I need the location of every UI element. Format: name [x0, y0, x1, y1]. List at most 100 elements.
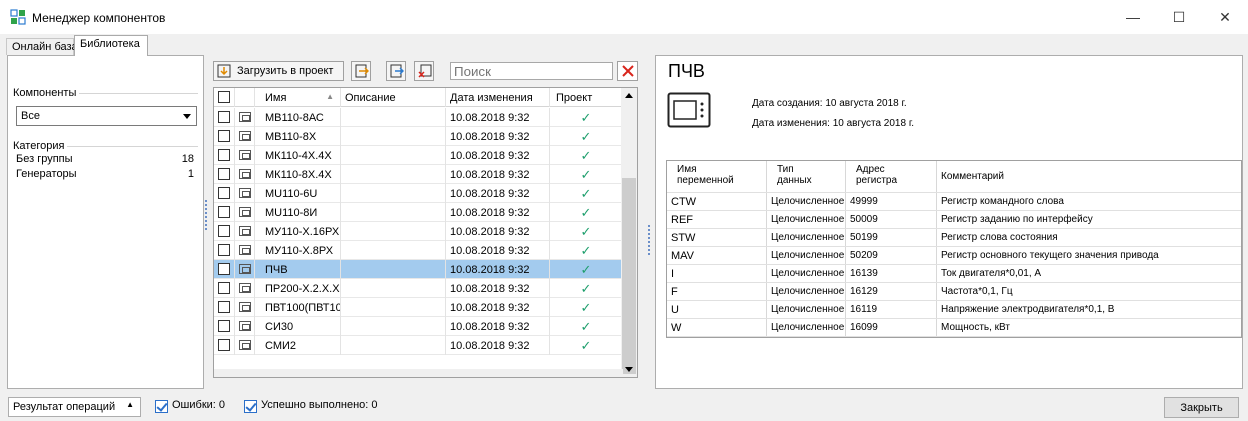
variables-body: CTW Целочисленное 49999 Регистр командного …: [667, 193, 1241, 337]
search-input[interactable]: [450, 62, 613, 80]
component-icon: [239, 150, 251, 160]
check-icon: ✓: [550, 241, 623, 260]
check-icon: ✓: [550, 203, 623, 222]
component-icon: [239, 321, 251, 331]
scroll-up-icon[interactable]: [625, 93, 633, 98]
category-item[interactable]: Без группы 18: [16, 153, 194, 168]
table-row[interactable]: СИ30 10.08.2018 9:32 ✓: [214, 317, 623, 336]
table-row[interactable]: МU110-8И 10.08.2018 9:32 ✓: [214, 203, 623, 222]
variable-row[interactable]: I Целочисленное 16139 Ток двигателя*0,01, А: [667, 265, 1241, 283]
scroll-down-icon[interactable]: [625, 367, 633, 372]
errors-checkbox[interactable]: [155, 400, 168, 413]
delete-button[interactable]: [414, 61, 434, 81]
variable-row[interactable]: U Целочисленное 16119 Напряжение электродви…: [667, 301, 1241, 319]
table-row[interactable]: МВ110-8Х 10.08.2018 9:32 ✓: [214, 127, 623, 146]
row-checkbox[interactable]: [218, 301, 230, 313]
row-select-cell: [214, 317, 235, 336]
select-all-header[interactable]: [214, 88, 235, 107]
component-icon: [239, 264, 251, 274]
grid-scrollbar[interactable]: [621, 88, 637, 377]
row-icon-cell: [235, 317, 255, 336]
success-checkbox[interactable]: [244, 400, 257, 413]
row-name: ПВТ100(ПВТ10): [255, 298, 341, 317]
components-dropdown[interactable]: Все: [16, 106, 197, 126]
row-checkbox[interactable]: [218, 320, 230, 332]
row-description: [341, 203, 446, 222]
variable-row[interactable]: CTW Целочисленное 49999 Регистр командного …: [667, 193, 1241, 211]
operations-result-label: Результат операций: [13, 401, 116, 413]
row-name: МУ110-Х.8РХ: [255, 241, 341, 260]
row-checkbox[interactable]: [218, 339, 230, 351]
maximize-button[interactable]: ☐: [1156, 0, 1202, 34]
clear-search-button[interactable]: [617, 61, 638, 81]
category-item[interactable]: Генераторы 1: [16, 168, 194, 183]
row-icon-cell: [235, 222, 255, 241]
right-splitter[interactable]: [648, 225, 650, 255]
variable-type: Целочисленное: [767, 247, 846, 264]
variable-row[interactable]: W Целочисленное 16099 Мощность, кВт: [667, 319, 1241, 337]
minimize-button[interactable]: —: [1110, 0, 1156, 34]
row-select-cell: [214, 165, 235, 184]
variable-comment: Мощность, кВт: [941, 322, 1010, 333]
table-row[interactable]: ПР200-Х.2.Х.Х 10.08.2018 9:32 ✓: [214, 279, 623, 298]
operations-result-button[interactable]: Результат операций ▲: [8, 397, 141, 417]
row-checkbox[interactable]: [218, 187, 230, 199]
row-checkbox[interactable]: [218, 168, 230, 180]
tab-online-base[interactable]: Онлайн база: [6, 38, 78, 55]
row-select-cell: [214, 241, 235, 260]
table-row[interactable]: МВ110-8АС 10.08.2018 9:32 ✓: [214, 108, 623, 127]
row-checkbox[interactable]: [218, 282, 230, 294]
column-header-description[interactable]: Описание: [341, 88, 446, 107]
chevron-down-icon: [183, 114, 191, 119]
variable-row[interactable]: REF Целочисленное 50009 Регистр заданию по …: [667, 211, 1241, 229]
table-row[interactable]: МУ110-Х.16РХ 10.08.2018 9:32 ✓: [214, 222, 623, 241]
left-splitter[interactable]: [205, 200, 207, 230]
row-checkbox[interactable]: [218, 111, 230, 123]
column-header-date[interactable]: Дата изменения: [446, 88, 550, 107]
row-description: [341, 298, 446, 317]
row-checkbox[interactable]: [218, 206, 230, 218]
variable-comment: Частота*0,1, Гц: [941, 286, 1013, 297]
variable-type: Целочисленное: [767, 265, 846, 282]
variable-row[interactable]: STW Целочисленное 50199 Регистр слова состо…: [667, 229, 1241, 247]
variable-row[interactable]: MAV Целочисленное 50209 Регистр основного т…: [667, 247, 1241, 265]
row-icon-cell: [235, 184, 255, 203]
table-row[interactable]: МU110-6U 10.08.2018 9:32 ✓: [214, 184, 623, 203]
row-icon-cell: [235, 260, 255, 279]
table-row[interactable]: МК110-4Х.4Х 10.08.2018 9:32 ✓: [214, 146, 623, 165]
category-name: Генераторы: [16, 168, 77, 180]
row-name: МВ110-8АС: [255, 108, 341, 127]
tab-library[interactable]: Библиотека: [74, 35, 148, 56]
table-row[interactable]: СМИ2 10.08.2018 9:32 ✓: [214, 336, 623, 355]
row-icon-cell: [235, 108, 255, 127]
select-all-checkbox[interactable]: [218, 91, 230, 103]
column-header-name[interactable]: Имя ▲: [255, 88, 341, 107]
load-to-project-button[interactable]: Загрузить в проект: [213, 61, 344, 81]
check-icon: ✓: [550, 165, 623, 184]
row-date: 10.08.2018 9:32: [446, 146, 550, 165]
row-date: 10.08.2018 9:32: [446, 203, 550, 222]
check-icon: ✓: [550, 146, 623, 165]
export-button[interactable]: [386, 61, 406, 81]
column-header-project[interactable]: Проект: [550, 88, 623, 107]
close-button[interactable]: Закрыть: [1164, 397, 1239, 418]
variables-header: Имя переменной Тип данных Адрес регистра Ко…: [667, 161, 1241, 193]
import-button[interactable]: [351, 61, 371, 81]
close-window-button[interactable]: ✕: [1202, 0, 1248, 34]
row-checkbox[interactable]: [218, 244, 230, 256]
row-description: [341, 279, 446, 298]
variable-row[interactable]: F Целочисленное 16129 Частота*0,1, Гц: [667, 283, 1241, 301]
row-checkbox[interactable]: [218, 149, 230, 161]
table-row[interactable]: МК110-8Х.4Х 10.08.2018 9:32 ✓: [214, 165, 623, 184]
table-row[interactable]: МУ110-Х.8РХ 10.08.2018 9:32 ✓: [214, 241, 623, 260]
window-title: Менеджер компонентов: [32, 11, 166, 25]
scroll-thumb[interactable]: [622, 178, 636, 374]
row-icon-cell: [235, 241, 255, 260]
row-checkbox[interactable]: [218, 130, 230, 142]
table-row[interactable]: ПЧВ 10.08.2018 9:32 ✓: [214, 260, 623, 279]
variable-comment: Регистр заданию по интерфейсу: [941, 214, 1093, 225]
table-row[interactable]: ПВТ100(ПВТ10) 10.08.2018 9:32 ✓: [214, 298, 623, 317]
row-checkbox[interactable]: [218, 263, 230, 275]
row-checkbox[interactable]: [218, 225, 230, 237]
grid-hscrollbar[interactable]: [214, 369, 623, 377]
